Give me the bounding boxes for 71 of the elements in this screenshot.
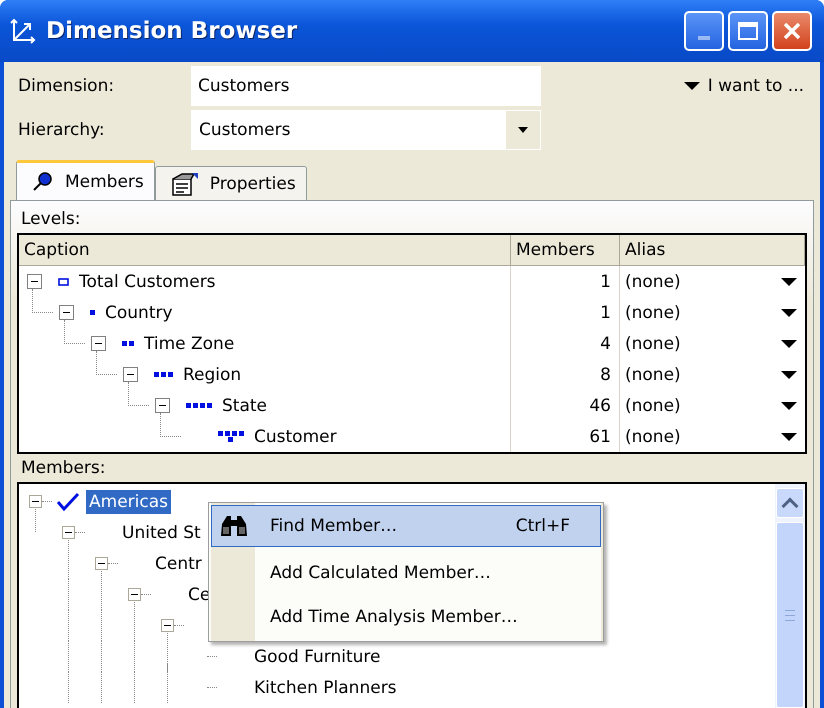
collapse-icon[interactable]: [161, 619, 174, 632]
scroll-up-button[interactable]: [776, 488, 804, 518]
tree-item[interactable]: Kitchen Planners: [251, 676, 400, 700]
table-cell: 61: [511, 421, 620, 452]
level-icon: [90, 310, 95, 315]
column-header[interactable]: Alias: [620, 235, 805, 265]
table-cell: 1: [511, 297, 620, 328]
tab[interactable]: Properties: [154, 166, 307, 200]
tab[interactable]: Members: [16, 160, 155, 200]
hierarchy-dropdown[interactable]: Customers: [191, 110, 541, 150]
scrollbar[interactable]: [775, 484, 805, 708]
maximize-button[interactable]: [728, 11, 768, 51]
tree-item[interactable]: United St: [119, 520, 204, 544]
menu-item[interactable]: Add Calculated Member…: [211, 551, 601, 595]
table-cell: 8: [511, 359, 620, 390]
action-menu-button[interactable]: I want to ...: [684, 76, 804, 96]
dropdown-arrow-icon[interactable]: [781, 432, 797, 440]
menu-item[interactable]: Add Time Analysis Member…: [211, 595, 601, 639]
level-caption: Country: [105, 302, 173, 322]
column-header[interactable]: Members: [511, 235, 620, 265]
window-title: Dimension Browser: [46, 18, 298, 44]
field-label: Dimension:: [17, 76, 116, 96]
alias-value: (none): [625, 272, 681, 292]
level-icon: [58, 278, 69, 286]
collapse-icon[interactable]: [62, 526, 75, 539]
field-label: Hierarchy:: [17, 120, 106, 140]
axes-icon: [10, 18, 36, 44]
collapse-icon[interactable]: [59, 305, 74, 320]
binoculars-icon: [219, 514, 249, 538]
level-icon: [122, 341, 134, 346]
alias-value: (none): [625, 396, 681, 416]
alias-value: (none): [625, 302, 681, 322]
collapse-icon[interactable]: [29, 495, 42, 508]
tree-item[interactable]: Centr: [152, 552, 205, 576]
dropdown-arrow-icon[interactable]: [781, 278, 797, 286]
collapse-icon[interactable]: [155, 398, 170, 413]
minimize-button[interactable]: [684, 11, 724, 51]
level-icon: [186, 403, 212, 408]
alias-value: (none): [625, 426, 681, 446]
document-icon: [170, 170, 200, 196]
level-caption: Total Customers: [79, 272, 216, 292]
tree-item[interactable]: Americas: [86, 490, 171, 514]
column-header[interactable]: Caption: [19, 235, 511, 265]
dropdown-arrow-icon[interactable]: [781, 340, 797, 348]
dropdown-arrow-icon[interactable]: [781, 402, 797, 410]
section-label: Members:: [20, 457, 107, 480]
collapse-icon[interactable]: [128, 588, 141, 601]
level-icon: [218, 431, 244, 442]
level-caption: State: [222, 396, 267, 416]
table-cell: 46: [511, 390, 620, 421]
collapse-icon[interactable]: [91, 336, 106, 351]
alias-value: (none): [625, 334, 681, 354]
close-button[interactable]: [772, 11, 812, 51]
scroll-thumb[interactable]: [776, 522, 804, 708]
level-icon: [154, 372, 173, 377]
tree-item[interactable]: Good Furniture: [251, 644, 384, 668]
level-caption: Time Zone: [144, 334, 234, 354]
dimension-field[interactable]: Customers: [191, 66, 541, 106]
section-label: Levels:: [20, 208, 82, 231]
collapse-icon[interactable]: [95, 557, 108, 570]
table-cell: 4: [511, 328, 620, 359]
alias-value: (none): [625, 364, 681, 384]
dropdown-arrow-icon[interactable]: [781, 308, 797, 316]
dropdown-arrow-icon[interactable]: [781, 370, 797, 378]
collapse-icon[interactable]: [27, 274, 42, 289]
table-cell: 1: [511, 266, 620, 297]
level-caption: Region: [183, 364, 242, 384]
level-caption: Customer: [254, 426, 337, 446]
close-icon: [781, 20, 803, 42]
menu-item[interactable]: Find Member… Ctrl+F: [211, 505, 601, 547]
collapse-icon[interactable]: [123, 367, 138, 382]
